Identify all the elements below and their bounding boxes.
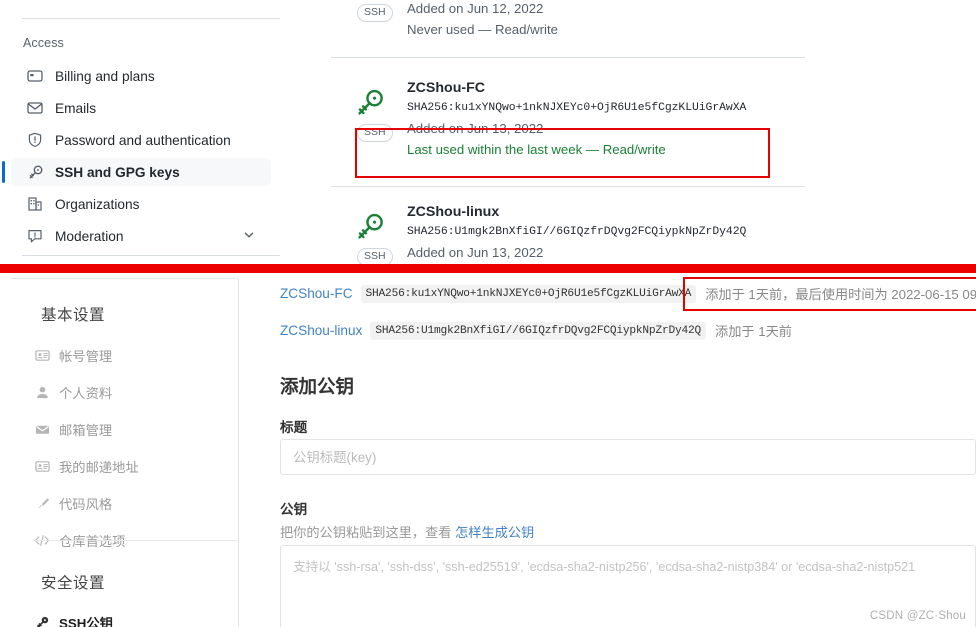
person-icon xyxy=(33,385,51,400)
gitee-key-row[interactable]: ZCShou-linux SHA256:U1mgk2BnXfiGI//6GIQz… xyxy=(280,321,792,340)
public-key-hint: 把你的公钥粘贴到这里，查看 怎样生成公钥 xyxy=(280,522,534,541)
brush-icon xyxy=(33,496,51,511)
ssh-badge: SSH xyxy=(357,124,393,142)
csdn-watermark: CSDN @ZC·Shou xyxy=(869,610,966,622)
sidebar-item-label: SSH公钥 xyxy=(59,616,113,627)
sidebar-item-ssh-and-gpg-keys[interactable]: SSH and GPG keys xyxy=(2,158,271,186)
sidebar-item-moderation[interactable]: Moderation xyxy=(11,222,271,250)
sidebar-group-label-access: Access xyxy=(23,36,64,50)
ssh-key-added-date: Added on Jun 12, 2022 xyxy=(407,1,544,16)
ssh-key-last-used: Never used — Read/write xyxy=(407,22,558,37)
title-field-label: 标题 xyxy=(280,420,308,435)
ssh-key-title[interactable]: ZCShou-FC xyxy=(407,80,485,96)
gitee-sidebar-divider xyxy=(33,540,238,541)
ssh-key-title[interactable]: ZCShou-linux xyxy=(407,204,499,220)
list-divider xyxy=(331,57,805,58)
ssh-key-fingerprint: SHA256:ku1xYNQwo+1nkNJXEYc0+OjR6U1e5fCgz… xyxy=(407,102,747,114)
github-settings-panel: Access Billing and plans Emails Password… xyxy=(0,0,976,264)
sidebar-item-code-style[interactable]: 代码风格 xyxy=(33,494,112,513)
gitee-settings-panel: 基本设置 帐号管理 个人资料 邮箱管理 我的邮递地址 代码风格 仓库首选项 安全… xyxy=(0,273,976,627)
sidebar-item-label: Emails xyxy=(55,100,97,116)
ssh-badge: SSH xyxy=(357,248,393,264)
sidebar-item-mailing-address[interactable]: 我的邮递地址 xyxy=(33,457,139,476)
sidebar-item-email-management[interactable]: 邮箱管理 xyxy=(33,420,112,439)
key-icon xyxy=(353,210,387,244)
sidebar-item-label: SSH and GPG keys xyxy=(55,164,180,180)
gitee-group-label-basic: 基本设置 xyxy=(41,307,106,324)
sidebar-item-emails[interactable]: Emails xyxy=(11,94,271,122)
ssh-key-fingerprint: SHA256:U1mgk2BnXfiGI//6GIQzfrDQvg2FCQiyp… xyxy=(407,226,747,238)
github-sidebar: Access Billing and plans Emails Password… xyxy=(0,0,281,264)
screenshot-root: Access Billing and plans Emails Password… xyxy=(0,0,976,627)
add-key-heading: 添加公钥 xyxy=(280,376,355,397)
gitee-key-name[interactable]: ZCShou-linux xyxy=(280,323,362,338)
organization-icon xyxy=(25,196,45,212)
ssh-badge: SSH xyxy=(357,4,393,22)
key-icon xyxy=(25,164,45,180)
gitee-main-content: ZCShou-FC SHA256:ku1xYNQwo+1nkNJXEYc0+Oj… xyxy=(280,273,976,627)
sidebar-top-divider xyxy=(22,18,280,19)
sidebar-bottom-divider xyxy=(22,255,280,256)
sidebar-item-label: Moderation xyxy=(55,228,124,244)
public-key-field-label: 公钥 xyxy=(280,502,308,517)
sidebar-item-billing-and-plans[interactable]: Billing and plans xyxy=(11,62,271,90)
gitee-key-meta: 添加于 1天前 xyxy=(715,324,792,339)
sidebar-item-profile[interactable]: 个人资料 xyxy=(33,383,112,402)
sidebar-item-label: 邮箱管理 xyxy=(59,423,113,438)
ssh-keys-list: SSH Added on Jun 12, 2022 Never used — R… xyxy=(331,0,805,264)
key-icon xyxy=(353,86,387,120)
mail-icon xyxy=(25,100,45,116)
sidebar-item-label: Password and authentication xyxy=(55,132,231,148)
sidebar-item-label: Organizations xyxy=(55,196,140,212)
credit-card-icon xyxy=(25,68,45,84)
id-card-icon xyxy=(33,459,51,474)
sidebar-item-organizations[interactable]: Organizations xyxy=(11,190,271,218)
how-to-generate-key-link[interactable]: 怎样生成公钥 xyxy=(455,525,534,540)
gitee-key-row[interactable]: ZCShou-FC SHA256:ku1xYNQwo+1nkNJXEYc0+Oj… xyxy=(280,284,976,303)
gitee-key-name[interactable]: ZCShou-FC xyxy=(280,286,353,301)
ssh-key-last-used: Last used within the last week — Read/wr… xyxy=(407,142,666,157)
gitee-key-meta: 添加于 1天前，最后使用时间为 2022-06-15 09:59:34 xyxy=(705,287,976,302)
sidebar-item-password-and-authentication[interactable]: Password and authentication xyxy=(11,126,271,154)
ssh-key-added-date: Added on Jun 13, 2022 xyxy=(407,121,544,136)
section-separator-band xyxy=(0,264,976,273)
gitee-group-label-security: 安全设置 xyxy=(41,575,106,592)
gitee-key-fingerprint: SHA256:ku1xYNQwo+1nkNJXEYc0+OjR6U1e5fCgz… xyxy=(360,284,697,303)
list-divider xyxy=(331,186,805,187)
mail-icon xyxy=(33,422,51,437)
id-card-icon xyxy=(33,348,51,363)
public-key-hint-text: 把你的公钥粘贴到这里，查看 xyxy=(280,525,456,540)
ssh-key-added-date: Added on Jun 13, 2022 xyxy=(407,245,544,260)
github-sidebar-nav: Billing and plans Emails Password and au… xyxy=(2,62,271,254)
report-icon xyxy=(25,228,45,244)
sidebar-item-ssh-keys[interactable]: SSH公钥 xyxy=(33,613,113,627)
gitee-key-fingerprint: SHA256:U1mgk2BnXfiGI//6GIQzfrDQvg2FCQiyp… xyxy=(370,321,707,340)
sidebar-item-label: 帐号管理 xyxy=(59,349,113,364)
sidebar-item-label: 代码风格 xyxy=(59,497,113,512)
chevron-down-icon[interactable] xyxy=(243,229,255,244)
gitee-sidebar: 基本设置 帐号管理 个人资料 邮箱管理 我的邮递地址 代码风格 仓库首选项 安全… xyxy=(11,278,239,627)
sidebar-item-label: Billing and plans xyxy=(55,68,155,84)
key-title-input[interactable] xyxy=(280,439,976,475)
sidebar-item-label: 个人资料 xyxy=(59,386,113,401)
key-icon xyxy=(33,615,51,627)
shield-check-icon xyxy=(25,132,45,148)
sidebar-item-label: 我的邮递地址 xyxy=(59,460,139,475)
sidebar-item-account-management[interactable]: 帐号管理 xyxy=(33,346,112,365)
